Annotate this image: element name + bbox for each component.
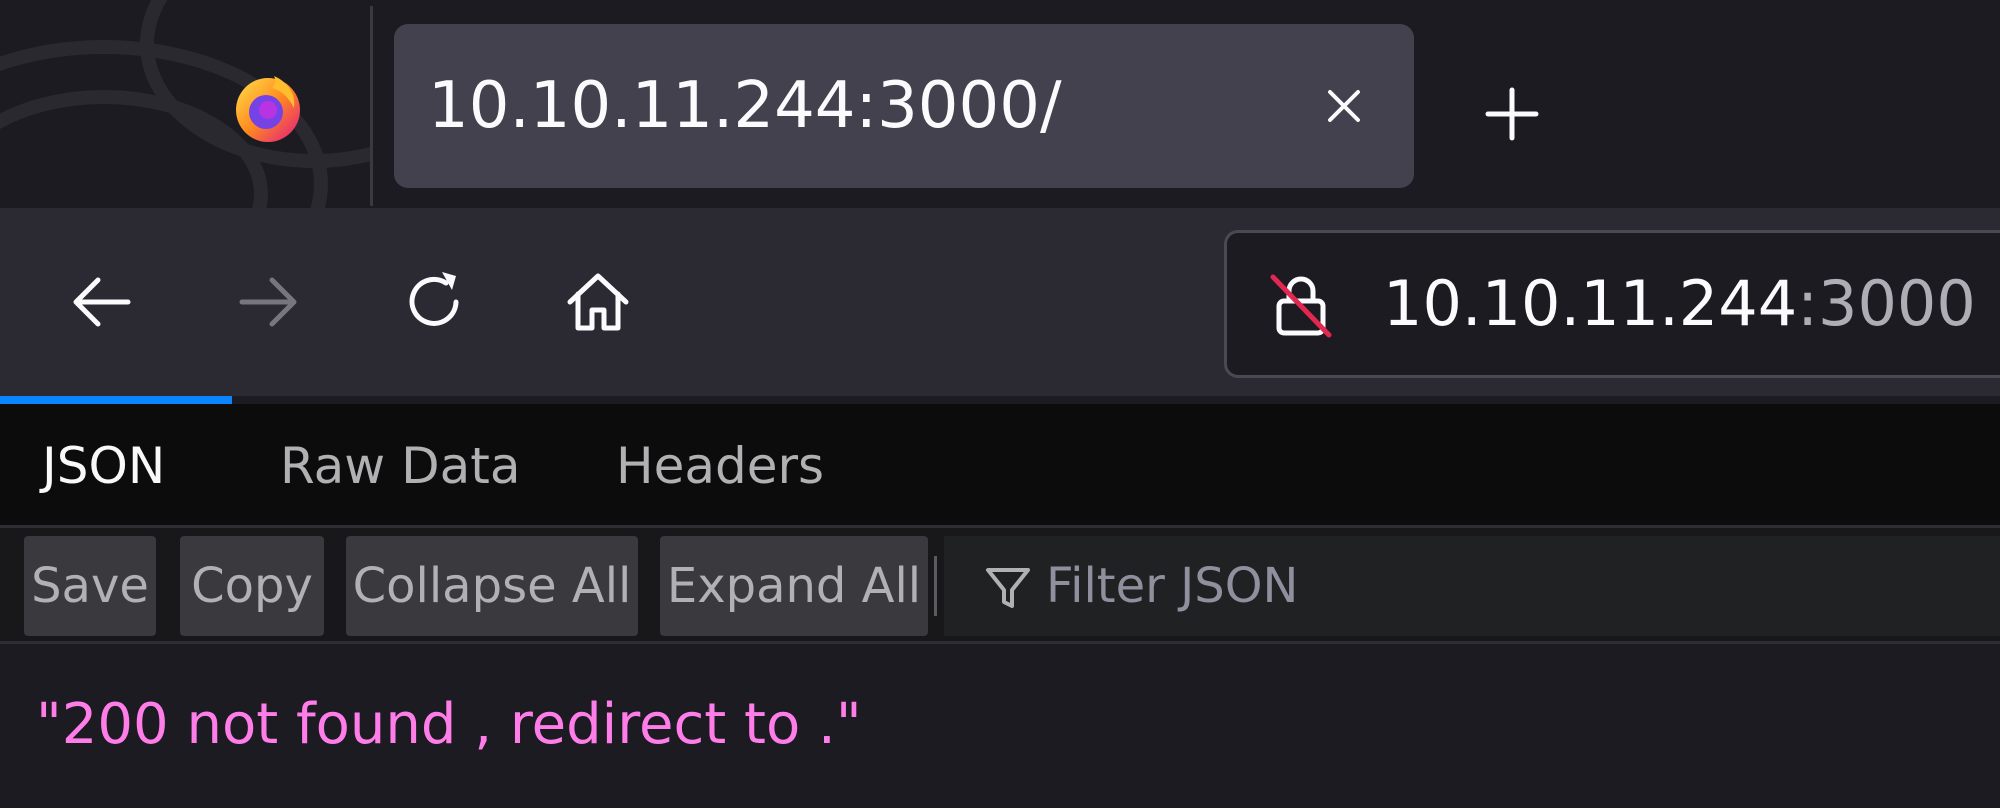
browser-tab-active[interactable]: 10.10.11.244:3000/ xyxy=(394,24,1414,188)
json-toolbar: Save Copy Collapse All Expand All Filter… xyxy=(0,528,2000,644)
back-arrow-icon[interactable] xyxy=(62,262,142,342)
tab-headers[interactable]: Headers xyxy=(616,404,824,528)
copy-button[interactable]: Copy xyxy=(180,536,324,636)
background-artwork xyxy=(0,0,370,208)
forward-arrow-icon[interactable] xyxy=(228,262,308,342)
home-icon[interactable] xyxy=(558,262,638,342)
navigation-toolbar: 10.10.11.244:3000 xyxy=(0,208,2000,396)
filter-json-input[interactable]: Filter JSON xyxy=(944,536,2000,636)
json-viewer-tabs: JSON Raw Data Headers xyxy=(0,404,2000,528)
tab-json[interactable]: JSON xyxy=(42,404,165,528)
url-text[interactable]: 10.10.11.244:3000 xyxy=(1383,233,1976,375)
save-button[interactable]: Save xyxy=(24,536,156,636)
firefox-logo-icon[interactable] xyxy=(230,70,306,146)
filter-placeholder: Filter JSON xyxy=(1046,558,1299,614)
tab-raw-data[interactable]: Raw Data xyxy=(280,404,520,528)
toolbar-separator xyxy=(934,556,937,616)
page-load-indicator xyxy=(0,396,232,404)
json-content-panel: "200 not found , redirect to ." xyxy=(0,644,2000,808)
tab-title: 10.10.11.244:3000/ xyxy=(428,69,1062,143)
json-string-value: "200 not found , redirect to ." xyxy=(36,692,862,757)
tab-strip-divider xyxy=(370,6,373,206)
reload-icon[interactable] xyxy=(394,262,474,342)
close-icon[interactable] xyxy=(1314,76,1374,136)
filter-funnel-icon xyxy=(986,568,1030,608)
plus-icon[interactable] xyxy=(1476,78,1548,150)
expand-all-button[interactable]: Expand All xyxy=(660,536,928,636)
tab-strip: 10.10.11.244:3000/ xyxy=(0,0,2000,208)
collapse-all-button[interactable]: Collapse All xyxy=(346,536,638,636)
address-bar[interactable]: 10.10.11.244:3000 xyxy=(1224,230,2000,378)
insecure-lock-icon[interactable] xyxy=(1265,269,1337,341)
url-port: :3000 xyxy=(1797,267,1976,340)
url-host: 10.10.11.244 xyxy=(1383,267,1798,340)
